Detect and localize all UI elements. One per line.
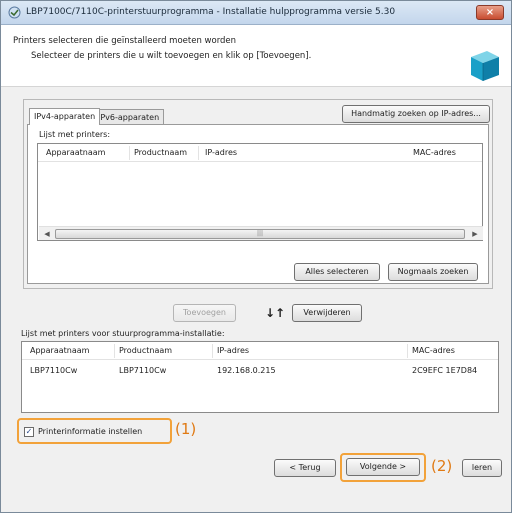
select-all-button[interactable]: Alles selecteren — [294, 263, 380, 281]
header-title: Printers selecteren die geïnstalleerd mo… — [13, 36, 237, 46]
column-header[interactable]: Apparaatnaam — [30, 346, 89, 355]
callout-2: (2) — [431, 457, 453, 475]
printer-list[interactable]: Apparaatnaam Productnaam IP-adres MAC-ad… — [37, 143, 483, 241]
scroll-thumb[interactable]: ||| — [55, 229, 465, 239]
column-header[interactable]: Apparaatnaam — [46, 148, 105, 157]
installer-window: LBP7100C/7110C-printerstuurprogramma - I… — [0, 0, 512, 513]
callout-1: (1) — [175, 420, 197, 438]
column-header[interactable]: IP-adres — [217, 346, 249, 355]
tab-ipv6[interactable]: IPv6-apparaten — [93, 109, 165, 125]
printer-list-header: Apparaatnaam Productnaam IP-adres MAC-ad… — [38, 144, 482, 162]
column-divider — [198, 146, 199, 160]
column-divider — [407, 344, 408, 358]
close-button[interactable]: × — [476, 5, 504, 20]
printer-list-title: Lijst met printers: — [39, 130, 111, 139]
table-cell-mac-address[interactable]: 2C9EFC 1E7D84 — [412, 366, 477, 375]
printer-info-label[interactable]: Printerinformatie instellen — [38, 427, 142, 436]
remove-button[interactable]: Verwijderen — [292, 304, 362, 322]
column-header[interactable]: Productnaam — [134, 148, 187, 157]
add-button[interactable]: Toevoegen — [173, 304, 236, 322]
column-header[interactable]: MAC-adres — [412, 346, 455, 355]
scroll-right-icon[interactable]: ▶ — [469, 228, 481, 240]
installer-icon — [8, 6, 21, 19]
title-bar: LBP7100C/7110C-printerstuurprogramma - I… — [1, 1, 511, 25]
header-area: Printers selecteren die geïnstalleerd mo… — [1, 25, 511, 87]
header-instruction: Selecteer de printers die u wilt toevoeg… — [31, 51, 312, 61]
cancel-button[interactable]: leren — [462, 459, 502, 477]
printer-info-checkbox[interactable]: ✓ — [24, 427, 34, 437]
column-header[interactable]: IP-adres — [205, 148, 237, 157]
printer-icon — [471, 51, 499, 81]
install-printer-list[interactable]: Apparaatnaam Productnaam IP-adres MAC-ad… — [21, 341, 499, 413]
column-divider — [212, 344, 213, 358]
column-header[interactable]: MAC-adres — [413, 148, 456, 157]
install-list-header: Apparaatnaam Productnaam IP-adres MAC-ad… — [22, 342, 498, 360]
manual-search-button[interactable]: Handmatig zoeken op IP-adres... — [342, 105, 490, 123]
window-title: LBP7100C/7110C-printerstuurprogramma - I… — [26, 7, 396, 17]
search-again-button[interactable]: Nogmaals zoeken — [388, 263, 478, 281]
install-list-title: Lijst met printers voor stuurprogramma-i… — [21, 329, 225, 338]
table-cell-ip-address[interactable]: 192.168.0.215 — [217, 366, 276, 375]
table-cell-product-name[interactable]: LBP7110Cw — [119, 366, 166, 375]
column-divider — [114, 344, 115, 358]
next-button[interactable]: Volgende > — [346, 458, 420, 476]
scroll-left-icon[interactable]: ◀ — [41, 228, 53, 240]
tab-ipv4[interactable]: IPv4-apparaten — [29, 108, 101, 125]
printer-info-highlight: ✓ Printerinformatie instellen — [17, 418, 172, 444]
back-button[interactable]: < Terug — [274, 459, 336, 477]
transfer-arrows-icon: ↓↑ — [265, 306, 286, 320]
horizontal-scrollbar[interactable]: ◀ ||| ▶ — [39, 226, 483, 240]
column-header[interactable]: Productnaam — [119, 346, 172, 355]
column-divider — [129, 146, 130, 160]
table-cell-device-name[interactable]: LBP7110Cw — [30, 366, 77, 375]
